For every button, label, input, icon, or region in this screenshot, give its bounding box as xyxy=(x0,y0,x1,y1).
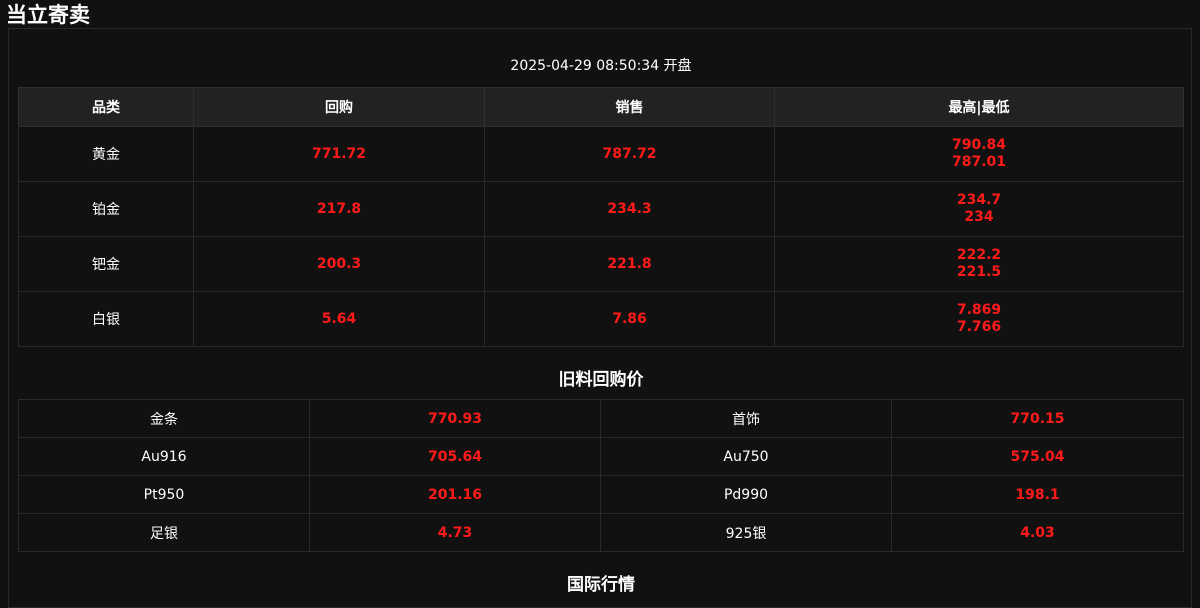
table-row: 白银 5.64 7.86 7.869 7.766 xyxy=(18,291,1184,347)
recycle-table: 金条 770.93 首饰 770.15 Au916 705.64 Au750 5… xyxy=(18,399,1184,552)
category-name: 铂金 xyxy=(18,181,194,237)
material-price: 198.1 xyxy=(891,475,1184,514)
high-low-cell: 222.2 221.5 xyxy=(774,236,1184,292)
table-row: Au916 705.64 Au750 575.04 xyxy=(18,437,1184,476)
material-price: 4.73 xyxy=(309,513,601,552)
buyback-price: 217.8 xyxy=(193,181,485,237)
quote-panel: 2025-04-29 08:50:34 开盘 品类 回购 销售 最高|最低 黄金… xyxy=(8,28,1192,608)
sell-price: 787.72 xyxy=(484,126,775,182)
material-name: 925银 xyxy=(600,513,892,552)
category-name: 钯金 xyxy=(18,236,194,292)
buyback-price: 5.64 xyxy=(193,291,485,347)
material-price: 201.16 xyxy=(309,475,601,514)
sell-price: 234.3 xyxy=(484,181,775,237)
recycle-section-title: 旧料回购价 xyxy=(558,370,644,390)
material-name: Au750 xyxy=(600,437,892,476)
material-price: 705.64 xyxy=(309,437,601,476)
material-price: 770.93 xyxy=(309,399,601,438)
table-row: 铂金 217.8 234.3 234.7 234 xyxy=(18,181,1184,237)
high-low-cell: 234.7 234 xyxy=(774,181,1184,237)
category-name: 黄金 xyxy=(18,126,194,182)
quote-header-row: 品类 回购 销售 最高|最低 xyxy=(18,87,1184,127)
low-price: 234 xyxy=(964,209,994,225)
header-high-low: 最高|最低 xyxy=(774,87,1184,127)
table-row: 金条 770.93 首饰 770.15 xyxy=(18,399,1184,438)
material-price: 4.03 xyxy=(891,513,1184,552)
high-price: 234.7 xyxy=(956,192,1002,208)
header-buyback: 回购 xyxy=(193,87,485,127)
table-row: 足银 4.73 925银 4.03 xyxy=(18,513,1184,552)
sell-price: 7.86 xyxy=(484,291,775,347)
material-name: 金条 xyxy=(18,399,310,438)
international-section-title: 国际行情 xyxy=(567,575,635,595)
quote-table: 品类 回购 销售 最高|最低 黄金 771.72 787.72 790.84 7… xyxy=(18,87,1184,347)
material-name: Pd990 xyxy=(600,475,892,514)
table-row: Pt950 201.16 Pd990 198.1 xyxy=(18,475,1184,514)
header-category: 品类 xyxy=(18,87,194,127)
buyback-price: 200.3 xyxy=(193,236,485,292)
header-sell: 销售 xyxy=(484,87,775,127)
low-price: 221.5 xyxy=(956,264,1002,280)
material-name: 首饰 xyxy=(600,399,892,438)
material-price: 575.04 xyxy=(891,437,1184,476)
high-price: 7.869 xyxy=(956,302,1002,318)
page-title: 当立寄卖 xyxy=(6,3,90,27)
material-price: 770.15 xyxy=(891,399,1184,438)
material-name: Pt950 xyxy=(18,475,310,514)
material-name: 足银 xyxy=(18,513,310,552)
quote-timestamp: 2025-04-29 08:50:34 开盘 xyxy=(510,58,692,74)
high-price: 222.2 xyxy=(956,247,1002,263)
high-low-cell: 790.84 787.01 xyxy=(774,126,1184,182)
sell-price: 221.8 xyxy=(484,236,775,292)
low-price: 787.01 xyxy=(951,154,1007,170)
table-row: 黄金 771.72 787.72 790.84 787.01 xyxy=(18,126,1184,182)
high-low-cell: 7.869 7.766 xyxy=(774,291,1184,347)
low-price: 7.766 xyxy=(956,319,1002,335)
material-name: Au916 xyxy=(18,437,310,476)
table-row: 钯金 200.3 221.8 222.2 221.5 xyxy=(18,236,1184,292)
high-price: 790.84 xyxy=(951,137,1007,153)
category-name: 白银 xyxy=(18,291,194,347)
buyback-price: 771.72 xyxy=(193,126,485,182)
